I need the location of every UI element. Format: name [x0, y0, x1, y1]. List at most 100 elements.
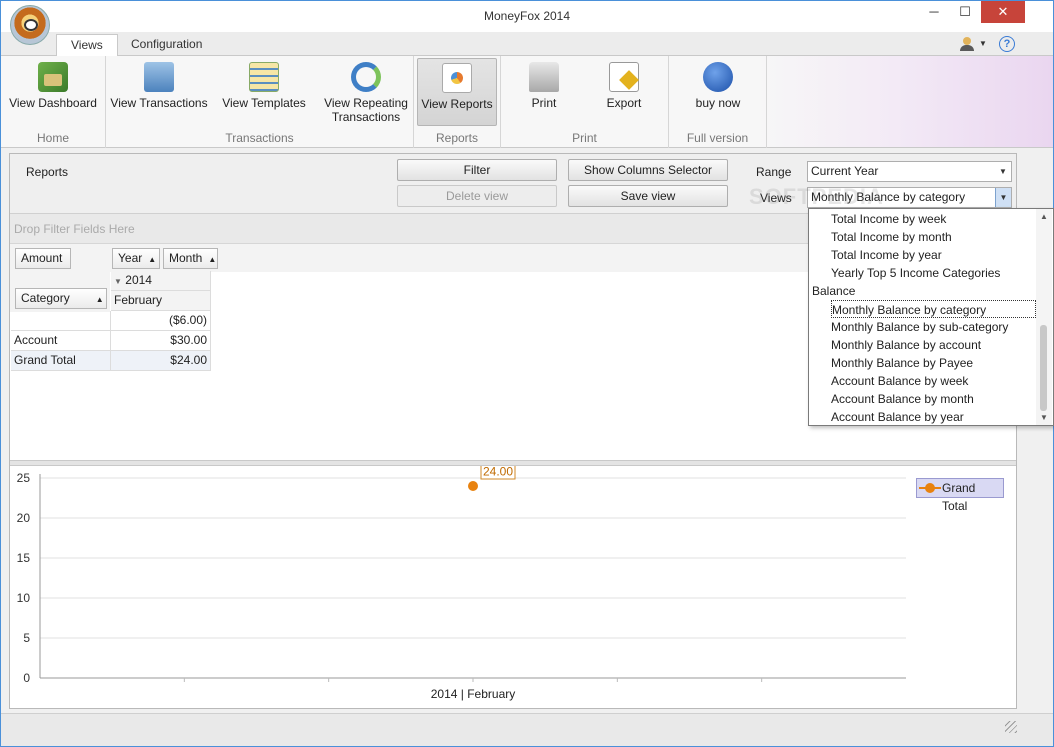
view-reports-label: View Reports: [421, 97, 493, 111]
scroll-up-icon[interactable]: ▲: [1036, 212, 1052, 221]
ribbon: View Dashboard Home View Transactions Vi…: [1, 56, 1053, 148]
dashboard-icon: [38, 62, 68, 92]
category-field-label: Category: [21, 291, 70, 305]
ribbon-group-label-transactions: Transactions: [225, 131, 294, 145]
y-tick-label: 0: [23, 671, 30, 685]
dropdown-item[interactable]: Monthly Balance by category: [831, 300, 1036, 318]
view-repeating-label: View Repeating Transactions: [320, 96, 412, 124]
year-field-button[interactable]: Year ▲: [112, 248, 160, 269]
tab-configuration[interactable]: Configuration: [117, 34, 216, 57]
chevron-down-icon: ▼: [999, 167, 1007, 176]
ribbon-group-home: View Dashboard Home: [1, 56, 106, 148]
buy-now-button[interactable]: buy now: [679, 58, 757, 126]
y-tick-label: 25: [17, 471, 31, 485]
sort-ascending-icon: ▲: [148, 255, 157, 264]
save-view-button[interactable]: Save view: [568, 185, 728, 207]
print-button[interactable]: Print: [509, 58, 579, 126]
view-templates-button[interactable]: View Templates: [214, 58, 314, 126]
grand-total-label: Grand Total: [11, 351, 111, 371]
view-reports-button[interactable]: View Reports: [417, 58, 497, 126]
dropdown-item[interactable]: Total Income by week: [831, 210, 1036, 228]
transactions-icon: [144, 62, 174, 92]
dropdown-scrollbar[interactable]: ▲ ▼: [1036, 209, 1052, 425]
range-select-value: Current Year: [811, 164, 879, 178]
dropdown-item[interactable]: Total Income by month: [831, 228, 1036, 246]
export-button[interactable]: Export: [589, 58, 659, 126]
maximize-button[interactable]: ☐: [951, 1, 979, 23]
dropdown-item[interactable]: Monthly Balance by Payee: [831, 354, 1036, 372]
year-2014-label: 2014: [125, 273, 152, 287]
app-logo-icon[interactable]: [10, 5, 50, 45]
ribbon-group-print: Print Export Print: [501, 56, 669, 148]
dropdown-item[interactable]: Account Balance by month: [831, 390, 1036, 408]
month-february-header: February: [111, 291, 211, 311]
chart-area: 0 5 10 15 20 25 2014 | February 24.00 Grand Tot…: [10, 466, 1016, 708]
user-menu-caret-icon[interactable]: ▼: [979, 39, 987, 48]
amount-field-button[interactable]: Amount: [15, 248, 71, 269]
dropdown-item[interactable]: Total Income by year: [831, 246, 1036, 264]
dropdown-item[interactable]: Monthly Balance by account: [831, 336, 1036, 354]
repeating-icon: [351, 62, 381, 92]
templates-icon: [249, 62, 279, 92]
buy-now-label: buy now: [695, 96, 741, 110]
y-tick-label: 20: [17, 511, 31, 525]
scroll-down-icon[interactable]: ▼: [1036, 413, 1052, 422]
legend-label: Grand Total: [942, 481, 976, 513]
export-label: Export: [606, 96, 642, 110]
y-tick-label: 5: [23, 631, 30, 645]
category-field-button[interactable]: Category ▲: [15, 288, 107, 309]
views-dropdown-list[interactable]: Total Income by week Total Income by mont…: [808, 208, 1054, 426]
range-select[interactable]: Current Year ▼: [807, 161, 1012, 182]
view-repeating-label-line1: View Repeating: [324, 96, 408, 110]
ribbon-group-label-print: Print: [572, 131, 597, 145]
export-icon: [609, 62, 639, 92]
data-label: 24.00: [483, 466, 513, 479]
filter-button[interactable]: Filter: [397, 159, 557, 181]
resize-grip-icon[interactable]: [1005, 721, 1017, 733]
user-icon[interactable]: [959, 37, 975, 51]
dropdown-item[interactable]: Monthly Balance by sub-category: [831, 318, 1036, 336]
view-dashboard-button[interactable]: View Dashboard: [5, 58, 101, 126]
chart-legend[interactable]: Grand Total: [916, 478, 1004, 513]
table-row-label: Account: [11, 331, 111, 351]
view-repeating-label-line2: Transactions: [331, 110, 401, 124]
ribbon-group-label-home: Home: [36, 131, 69, 145]
collapse-icon: ▼: [114, 277, 122, 286]
view-dashboard-label: View Dashboard: [9, 96, 97, 110]
range-label: Range: [756, 165, 792, 179]
ribbon-group-label-full-version: Full version: [686, 131, 749, 145]
show-columns-selector-button[interactable]: Show Columns Selector: [568, 159, 728, 181]
table-row-value[interactable]: ($6.00): [111, 311, 211, 331]
ribbon-group-full-version: buy now Full version: [669, 56, 767, 148]
data-point: [468, 481, 478, 491]
cart-icon: [703, 62, 733, 92]
grand-total-value[interactable]: $24.00: [111, 351, 211, 371]
month-field-button[interactable]: Month ▲: [163, 248, 218, 269]
ribbon-group-reports: View Reports Reports: [414, 56, 501, 148]
year-2014-header[interactable]: ▼ 2014: [111, 271, 211, 291]
watermark-logo: SOFTPEDIA: [749, 184, 884, 209]
month-field-label: Month: [169, 251, 203, 265]
title-bar: MoneyFox 2014 ─ ☐ ✕: [1, 1, 1053, 32]
view-transactions-button[interactable]: View Transactions: [110, 58, 208, 126]
table-row-label: [11, 311, 111, 331]
ribbon-tabs: Views Configuration: [1, 32, 1053, 57]
dropdown-item[interactable]: Account Balance by year: [831, 408, 1036, 426]
tab-views[interactable]: Views: [56, 34, 118, 57]
minimize-button[interactable]: ─: [920, 1, 948, 23]
close-button[interactable]: ✕: [981, 1, 1025, 23]
x-tick-label: 2014 | February: [431, 687, 516, 701]
dropdown-item[interactable]: Account Balance by week: [831, 372, 1036, 390]
help-icon[interactable]: ?: [999, 36, 1015, 52]
sort-ascending-icon: ▲: [95, 295, 104, 304]
delete-view-button[interactable]: Delete view: [397, 185, 557, 207]
legend-marker-icon: [919, 483, 941, 493]
table-row-value[interactable]: $30.00: [111, 331, 211, 351]
view-repeating-transactions-button[interactable]: View Repeating Transactions: [320, 58, 412, 126]
year-field-label: Year: [118, 251, 143, 265]
scrollbar-thumb[interactable]: [1040, 325, 1047, 411]
view-templates-label: View Templates: [222, 96, 306, 110]
ribbon-group-transactions: View Transactions View Templates View Re…: [106, 56, 414, 148]
dropdown-item[interactable]: Yearly Top 5 Income Categories: [831, 264, 1036, 282]
window-title: MoneyFox 2014: [483, 9, 571, 23]
